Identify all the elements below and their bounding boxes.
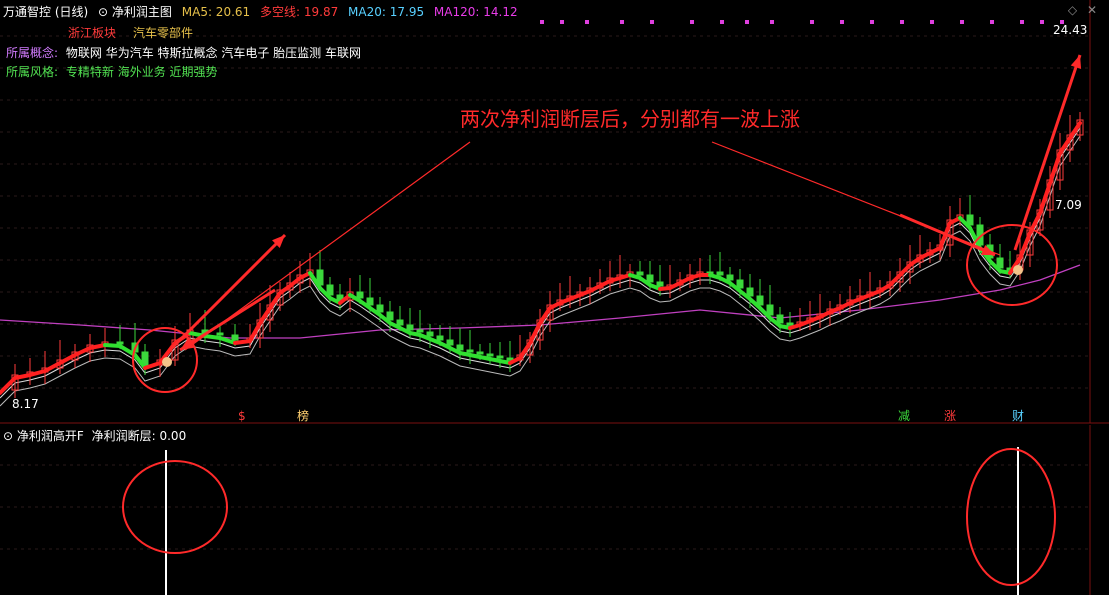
signal-dot [990, 20, 994, 24]
sub-panel-header: ⊙ 净利润高开F 净利润断层: 0.00 [3, 427, 186, 444]
trend-segment [103, 343, 122, 348]
candle-body [636, 271, 644, 276]
signal-dot [620, 20, 624, 24]
close-icon[interactable]: ✕ [1087, 3, 1097, 17]
candle-body [366, 297, 374, 306]
signal-dot [900, 20, 904, 24]
trend-segment [1038, 181, 1052, 215]
ma20-label: MA20: 17.95 [348, 5, 425, 19]
candle-body [231, 334, 239, 341]
annotation-text: 两次净利润断层后，分别都有一波上涨 [460, 107, 800, 131]
ma5-label: MA5: 20.61 [181, 5, 251, 19]
concept-list[interactable]: 物联网 华为汽车 特斯拉概念 汽车电子 胎压监测 车联网 [66, 46, 361, 60]
candle-body [716, 271, 724, 276]
candle-body [356, 291, 364, 299]
sub-grid [0, 425, 1091, 595]
sub-panel-icon[interactable]: ⊙ [3, 429, 13, 443]
style-label: 所属风格: [6, 65, 59, 79]
style-list[interactable]: 专精特新 海外业务 近期强势 [66, 65, 218, 79]
rise-arrow-2-head [1070, 55, 1082, 69]
candle-body [446, 339, 454, 346]
header-bar: 万通智控 (日线) ⊙ 净利润主图 MA5: 20.61 多空线: 19.87 … [3, 3, 518, 20]
trend-segment [233, 339, 252, 345]
signal-dot [560, 20, 564, 24]
trend-segment [58, 353, 77, 365]
signal-dot [930, 20, 934, 24]
candle-body [456, 344, 464, 351]
style-row: 所属风格: 专精特新 海外业务 近期强势 [6, 63, 218, 80]
hand-icon [1013, 265, 1023, 275]
candle-body [506, 357, 514, 361]
signal-dot [720, 20, 724, 24]
board-label[interactable]: 浙江板块 [68, 24, 116, 41]
candle-body [486, 353, 494, 357]
concept-row: 所属概念: 物联网 华为汽车 特斯拉概念 汽车电子 胎压监测 车联网 [6, 44, 361, 61]
spike-circle-2 [966, 448, 1056, 586]
price-low-label: 8.17 [12, 397, 39, 411]
candle-body [416, 329, 424, 333]
signal-dot [745, 20, 749, 24]
signal-dot [870, 20, 874, 24]
signal-dot [1040, 20, 1044, 24]
hand-icon [162, 357, 172, 367]
price-mid-label: 7.09 [1055, 198, 1082, 212]
header-icons: ◇ ✕ [1068, 3, 1097, 17]
sub-panel-value: 净利润断层: 0.00 [91, 429, 187, 443]
candle-body [726, 274, 734, 281]
trend-segment [1018, 231, 1032, 260]
sub-spikes [122, 447, 1056, 595]
signal-dot [1020, 20, 1024, 24]
indicator-name[interactable]: 净利润主图 [112, 5, 172, 19]
highlight-circle-2 [966, 224, 1058, 306]
sub-panel-title[interactable]: 净利润高开F [17, 429, 84, 443]
candle-body [786, 322, 794, 326]
candle-body [656, 281, 664, 287]
candle-body [376, 304, 384, 313]
diamond-icon[interactable]: ◇ [1068, 3, 1077, 17]
event-marker-rank[interactable]: 榜 [295, 409, 311, 423]
signal-dot [585, 20, 589, 24]
candle-body [406, 324, 414, 331]
ma120-label: MA120: 14.12 [433, 5, 518, 19]
signal-dot [540, 20, 544, 24]
candle-body [476, 351, 484, 355]
price-high-label: 24.43 [1053, 23, 1088, 37]
duokong-label: 多空线: 19.87 [260, 5, 339, 19]
event-marker-reduce[interactable]: 减 [896, 409, 912, 423]
top-dots [540, 20, 1064, 24]
candle-body [396, 319, 404, 326]
trend-segment [888, 273, 902, 287]
industry-label[interactable]: 汽车零部件 [133, 24, 193, 41]
candle-body [116, 341, 124, 345]
ma-lines [0, 127, 1081, 407]
stock-title[interactable]: 万通智控 (日线) [3, 5, 88, 19]
signal-dot [840, 20, 844, 24]
concept-label: 所属概念: [6, 46, 59, 60]
signal-dot [960, 20, 964, 24]
candle-body [646, 274, 654, 283]
event-marker-dollar[interactable]: $ [236, 409, 248, 423]
signal-dot [690, 20, 694, 24]
candle-body [466, 349, 474, 353]
signal-dot [650, 20, 654, 24]
indicator-dropdown-icon[interactable]: ⊙ [98, 5, 108, 19]
trend-segment [1048, 151, 1062, 185]
trend-segment [203, 334, 222, 340]
event-marker-rise[interactable]: 涨 [942, 409, 958, 423]
candle-body [216, 332, 224, 336]
candle-body [426, 331, 434, 337]
trend-segment [43, 361, 62, 373]
trend-segment [898, 263, 912, 277]
signal-dot [770, 20, 774, 24]
candle-body [496, 355, 504, 359]
sub-chart [0, 425, 1091, 595]
signal-dot [810, 20, 814, 24]
candle-body [436, 335, 444, 341]
event-marker-finance[interactable]: 财 [1010, 409, 1026, 423]
